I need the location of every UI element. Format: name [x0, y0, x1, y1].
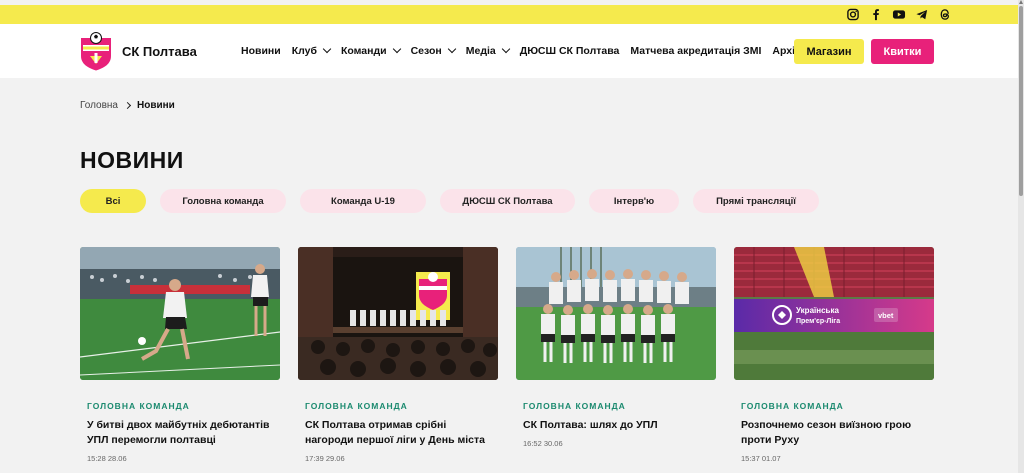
news-card[interactable]: ГОЛОВНА КОМАНДА У битві двох майбутніх д… — [80, 247, 280, 463]
chevron-down-icon — [447, 44, 456, 54]
news-date: 15:28 28.06 — [87, 454, 127, 463]
youtube-icon[interactable] — [892, 8, 906, 21]
chevron-down-icon — [392, 44, 401, 54]
news-category[interactable]: ГОЛОВНА КОМАНДА — [87, 401, 280, 411]
site-header: СК Полтава Новини Клуб Команди Сезон Мед… — [0, 24, 1018, 78]
tickets-button[interactable]: Квитки — [871, 39, 934, 64]
facebook-icon[interactable] — [869, 8, 883, 21]
news-date: 16:52 30.06 — [523, 439, 563, 448]
filter-chip-u19[interactable]: Команда U-19 — [300, 189, 426, 213]
nav-item-media[interactable]: Медіа — [465, 44, 510, 57]
filter-chip-academy[interactable]: ДЮСШ СК Полтава — [440, 189, 575, 213]
nav-item-label: ДЮСШ СК Полтава — [519, 45, 620, 57]
banner-league-line2: Прем'єр-Ліга — [796, 317, 840, 325]
news-title[interactable]: У битві двох майбутніх дебютантів УПЛ пе… — [87, 418, 277, 448]
scrollbar-thumb[interactable] — [1019, 6, 1023, 196]
nav-item-season[interactable]: Сезон — [410, 44, 456, 57]
page-title: НОВИНИ — [80, 147, 184, 173]
news-grid: ГОЛОВНА КОМАНДА У битві двох майбутніх д… — [80, 247, 934, 463]
filter-chip-main-team[interactable]: Головна команда — [160, 189, 286, 213]
nav-item-label: Медіа — [465, 45, 496, 57]
nav-item-news[interactable]: Новини — [241, 45, 281, 57]
filter-chip-all[interactable]: Всі — [80, 189, 146, 213]
banner-league-line1: Українська — [796, 306, 839, 315]
top-bar — [0, 5, 1018, 24]
nav-item-label: Новини — [241, 45, 281, 57]
news-image-team-photo[interactable] — [516, 247, 716, 380]
breadcrumb-home-link[interactable]: Головна — [80, 100, 118, 111]
chevron-down-icon — [501, 44, 510, 54]
filter-chip-interviews[interactable]: Інтерв'ю — [589, 189, 679, 213]
news-image-award-ceremony[interactable] — [298, 247, 498, 380]
club-name[interactable]: СК Полтава — [122, 44, 197, 59]
news-category[interactable]: ГОЛОВНА КОМАНДА — [305, 401, 498, 411]
nav-item-accreditation[interactable]: Матчева акредитація ЗМІ — [630, 45, 761, 57]
news-card[interactable]: Українська Прем'єр-Ліга vbet ГОЛОВНА КОМ… — [734, 247, 934, 463]
club-logo[interactable] — [80, 32, 112, 71]
nav-item-label: Сезон — [410, 45, 442, 57]
instagram-icon[interactable] — [846, 8, 860, 21]
nav-item-label: Клуб — [291, 45, 317, 57]
banner-sponsor: vbet — [878, 311, 894, 320]
news-card[interactable]: ГОЛОВНА КОМАНДА СК Полтава отримав срібн… — [298, 247, 498, 463]
main-nav: Новини Клуб Команди Сезон Медіа ДЮСШ СК … — [241, 44, 812, 57]
scroll-up-arrow-icon[interactable] — [1019, 0, 1023, 4]
news-date: 15:37 01.07 — [741, 454, 781, 463]
filter-chip-live[interactable]: Прямі трансляції — [693, 189, 819, 213]
news-image-match-action[interactable] — [80, 247, 280, 380]
threads-icon[interactable] — [938, 8, 952, 21]
news-card[interactable]: ГОЛОВНА КОМАНДА СК Полтава: шлях до УПЛ … — [516, 247, 716, 463]
category-filters: Всі Головна команда Команда U-19 ДЮСШ СК… — [80, 189, 833, 213]
nav-item-label: Команди — [340, 45, 387, 57]
news-date: 17:39 29.06 — [305, 454, 345, 463]
telegram-icon[interactable] — [915, 8, 929, 21]
chevron-right-icon — [123, 101, 132, 110]
nav-item-academy[interactable]: ДЮСШ СК Полтава — [520, 45, 620, 57]
nav-item-teams[interactable]: Команди — [340, 44, 401, 57]
news-title[interactable]: Розпочнемо сезон виїзною грою проти Руху — [741, 418, 931, 448]
social-links — [846, 8, 952, 21]
news-category[interactable]: ГОЛОВНА КОМАНДА — [523, 401, 716, 411]
news-title[interactable]: СК Полтава отримав срібні нагороди першо… — [305, 418, 495, 448]
news-title[interactable]: СК Полтава: шлях до УПЛ — [523, 418, 713, 433]
page-scrollbar[interactable] — [1018, 0, 1024, 473]
news-category[interactable]: ГОЛОВНА КОМАНДА — [741, 401, 934, 411]
nav-item-label: Матчева акредитація ЗМІ — [630, 45, 762, 57]
breadcrumb-current: Новини — [137, 100, 175, 111]
breadcrumb: Головна Новини — [80, 100, 175, 111]
shop-button[interactable]: Магазин — [794, 39, 864, 64]
news-image-league-banner[interactable]: Українська Прем'єр-Ліга vbet — [734, 247, 934, 380]
chevron-down-icon — [322, 44, 332, 54]
nav-item-club[interactable]: Клуб — [291, 44, 332, 57]
